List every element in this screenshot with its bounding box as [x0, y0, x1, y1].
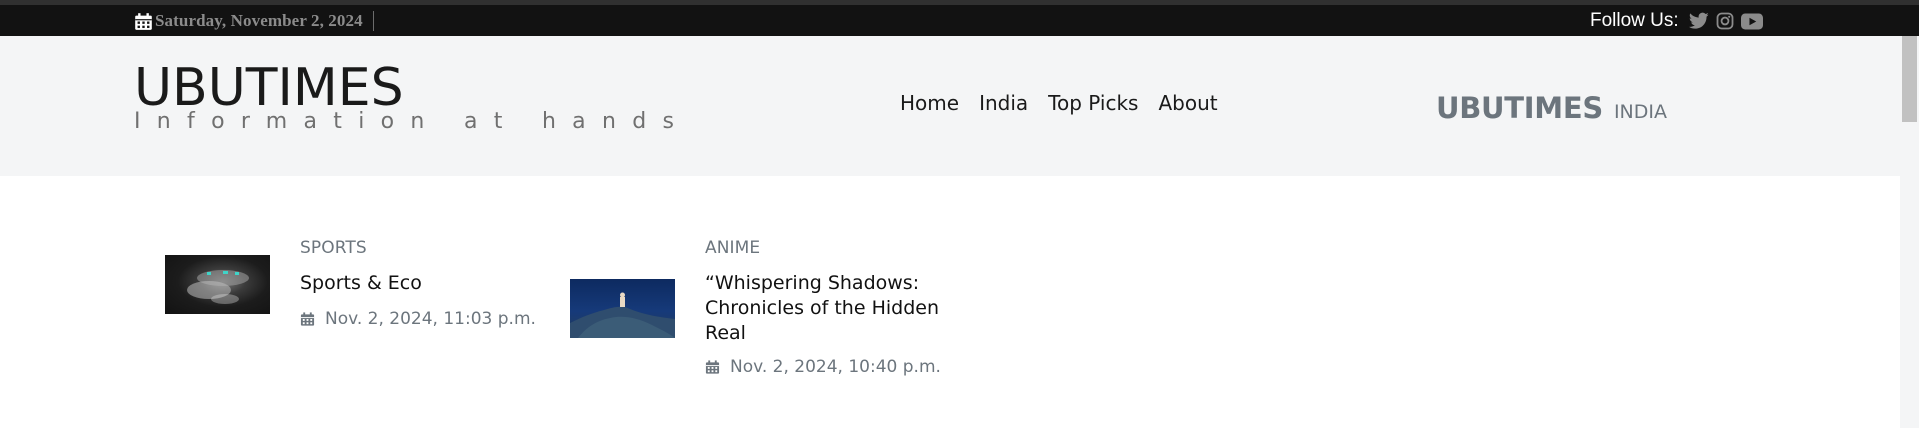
edition-brand[interactable]: UBUTIMES INDIA — [1436, 91, 1667, 125]
top-date: Saturday, November 2, 2024 — [134, 10, 374, 32]
top-bar: Saturday, November 2, 2024 Follow Us: — [0, 0, 1919, 36]
article-date: Nov. 2, 2024, 11:03 p.m. — [300, 309, 536, 329]
twitter-icon[interactable] — [1688, 12, 1709, 30]
anime-thumbnail[interactable] — [570, 279, 675, 338]
article-date-text: Nov. 2, 2024, 11:03 p.m. — [325, 309, 536, 329]
nav-top-picks[interactable]: Top Picks — [1048, 93, 1138, 113]
calendar-icon — [705, 360, 720, 374]
article-title[interactable]: Sports & Eco — [300, 271, 500, 296]
site-tagline: Information at hands — [134, 109, 691, 134]
edition-brand-title: UBUTIMES — [1436, 91, 1603, 125]
article-category[interactable]: ANIME — [705, 238, 760, 258]
site-logo-title[interactable]: UBUTIMES — [134, 62, 404, 114]
youtube-icon[interactable] — [1740, 12, 1763, 30]
article-title[interactable]: “Whispering Shadows: Chronicles of the H… — [705, 271, 955, 346]
instagram-icon[interactable] — [1716, 12, 1734, 30]
sports-thumbnail[interactable] — [165, 255, 270, 314]
date-divider — [372, 11, 374, 31]
site-header: UBUTIMES Information at hands Home India… — [0, 36, 1900, 176]
article-date-text: Nov. 2, 2024, 10:40 p.m. — [730, 357, 941, 377]
edition-brand-region: INDIA — [1613, 101, 1667, 123]
calendar-icon — [300, 312, 315, 326]
scrollbar-thumb[interactable] — [1902, 36, 1917, 122]
nav-home[interactable]: Home — [900, 93, 959, 113]
calendar-icon — [135, 12, 152, 30]
current-date: Saturday, November 2, 2024 — [155, 11, 363, 30]
main-nav: Home India Top Picks About — [900, 93, 1238, 113]
follow-us: Follow Us: — [1590, 9, 1770, 33]
article-date: Nov. 2, 2024, 10:40 p.m. — [705, 357, 941, 377]
article-category[interactable]: SPORTS — [300, 238, 367, 258]
nav-about[interactable]: About — [1158, 93, 1217, 113]
nav-india[interactable]: India — [979, 93, 1028, 113]
follow-us-label: Follow Us: — [1590, 10, 1679, 31]
